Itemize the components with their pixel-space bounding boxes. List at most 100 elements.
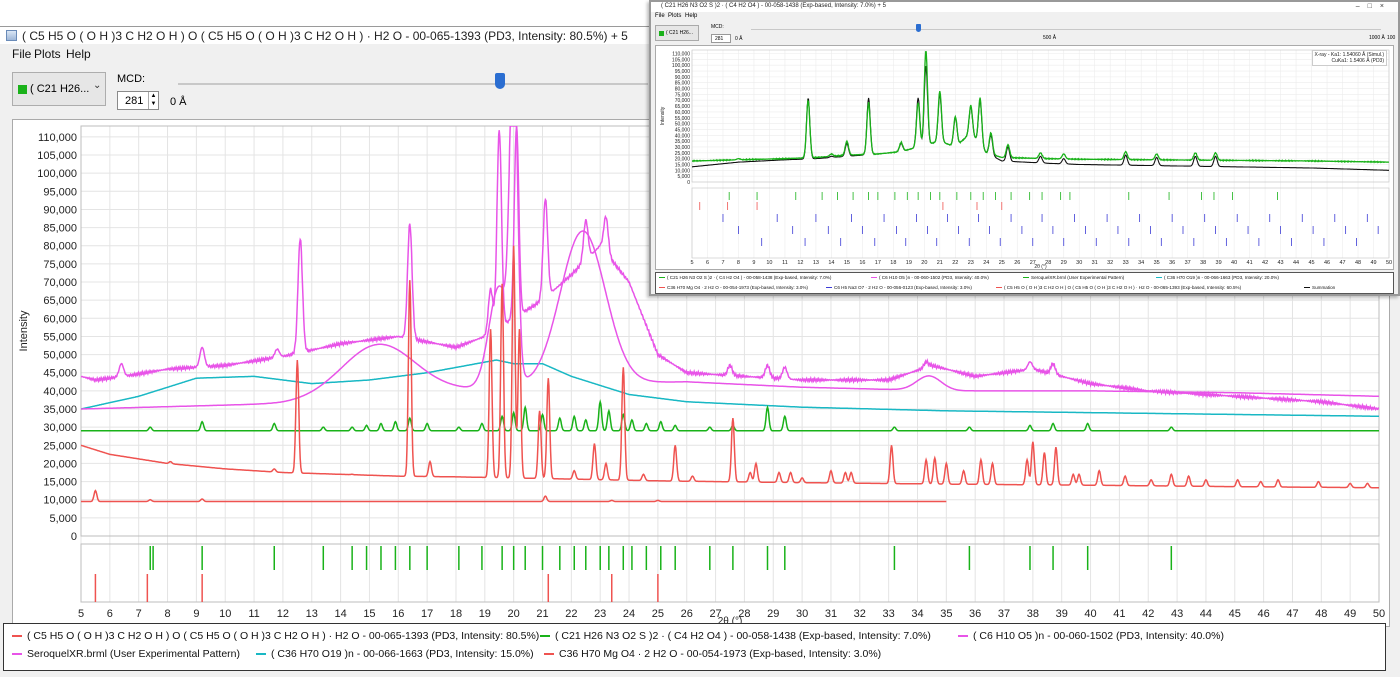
inset-mcd-stepper[interactable]: 281 xyxy=(711,34,731,43)
inset-legend-label-5: C6 H5 Na3 O7 · 2 H2 O - 00-056-0123 (Exp… xyxy=(834,285,972,290)
inset-y-tick-label: 65,000 xyxy=(675,104,691,110)
inset-legend-entry-2[interactable]: SeroquelXR.brml (User Experimental Patte… xyxy=(1023,275,1124,280)
y-tick-label: 15,000 xyxy=(43,477,77,489)
inset-phase-select[interactable]: ( C21 H26... xyxy=(655,25,699,41)
inset-legend-entry-7[interactable]: Summation xyxy=(1304,285,1335,290)
inset-x-tick-label: 17 xyxy=(875,260,881,266)
inset-x-tick-label: 29 xyxy=(1061,260,1067,266)
inset-x-tick-label: 39 xyxy=(1216,260,1222,266)
inset-menu-plots[interactable]: Plots xyxy=(668,13,681,19)
inset-wavelength-annotation: X-ray - Ka1: 1.54060 Å (Simul.) CuKa1: 1… xyxy=(1311,50,1387,66)
inset-slider-track[interactable] xyxy=(751,29,1381,30)
menu-file[interactable]: File xyxy=(12,47,31,61)
x-tick-label: 46 xyxy=(1257,608,1269,620)
y-axis-title: Intensity xyxy=(18,310,30,351)
mcd-slider-thumb[interactable] xyxy=(495,73,505,89)
inset-x-tick-label: 46 xyxy=(1324,260,1330,266)
spin-arrows-icon[interactable]: ▲ ▼ xyxy=(148,92,158,109)
inset-x-tick-label: 5 xyxy=(690,260,693,266)
inset-plot-frame xyxy=(691,49,1390,183)
x-tick-label: 39 xyxy=(1056,608,1068,620)
inset-slider-thumb[interactable] xyxy=(916,24,921,32)
series-line-4[interactable] xyxy=(81,359,1379,418)
inset-x-tick-label: 16 xyxy=(859,260,865,266)
inset-x-tick-label: 21 xyxy=(937,260,943,266)
inset-x-tick-label: 12 xyxy=(797,260,803,266)
inset-menu-file[interactable]: File xyxy=(655,13,665,19)
y-tick-label: 55,000 xyxy=(43,331,77,343)
legend-entry-0[interactable]: ( C5 H5 O ( O H )3 C H2 O H ) O ( C5 H5 … xyxy=(12,630,539,642)
menu-plots[interactable]: Plots xyxy=(34,47,61,61)
y-tick-label: 65,000 xyxy=(43,295,77,307)
inset-phase-select-value: ( C21 H26... xyxy=(666,30,693,36)
chevron-down-icon: ⌄ xyxy=(93,80,102,91)
legend-entry-1[interactable]: ( C21 H26 N3 O2 S )2 · ( C4 H2 O4 ) - 00… xyxy=(540,630,931,642)
legend-entry-4[interactable]: ( C36 H70 O19 )n - 00-066-1663 (PD3, Int… xyxy=(256,648,534,660)
inset-slider-mid-label: 500 Å xyxy=(1043,35,1057,41)
inset-annotation-line-1: CuKa1: 1.5406 Å (PD3) xyxy=(1331,58,1384,64)
inset-x-tick-label: 43 xyxy=(1278,260,1284,266)
inset-y-axis-title: Intensity xyxy=(660,106,666,125)
legend-entry-3[interactable]: SeroquelXR.brml (User Experimental Patte… xyxy=(12,648,240,660)
y-tick-label: 80,000 xyxy=(43,241,77,253)
x-tick-label: 14 xyxy=(334,608,346,620)
inset-x-tick-label: 11 xyxy=(782,260,788,266)
inset-y-tick-label: 75,000 xyxy=(675,92,691,98)
inset-x-tick-label: 31 xyxy=(1092,260,1098,266)
mcd-slider-track[interactable] xyxy=(178,83,648,85)
inset-y-tick-label: 0 xyxy=(687,180,690,186)
inset-legend-label-2: SeroquelXR.brml (User Experimental Patte… xyxy=(1031,275,1125,280)
inset-plot-panel[interactable]: 5 6 7 8 9 10 11 12 13 14 15 16 17 18 19 20 21 22 23 24 25 26 2… xyxy=(655,45,1394,270)
inset-series-line-1[interactable] xyxy=(692,51,1389,164)
legend-swatch-3 xyxy=(12,653,22,656)
y-tick-label: 40,000 xyxy=(43,386,77,398)
legend-label-4: ( C36 H70 O19 )n - 00-066-1663 (PD3, Int… xyxy=(271,648,534,660)
y-tick-label: 105,000 xyxy=(37,150,77,162)
y-tick-label: 30,000 xyxy=(43,422,77,434)
inset-y-tick-label: 110,000 xyxy=(672,52,690,58)
x-tick-label: 9 xyxy=(193,608,199,620)
inset-x-tick-label: 10 xyxy=(766,260,772,266)
legend-swatch-5 xyxy=(544,653,554,656)
inset-menu-help[interactable]: Help xyxy=(685,13,697,19)
x-tick-label: 44 xyxy=(1200,608,1212,620)
inset-legend-entry-3[interactable]: ( C36 H70 O19 )n - 00-066-1663 (PD3, Int… xyxy=(1156,275,1279,280)
inset-tick-panel xyxy=(691,187,1390,259)
inset-legend-label-1: ( C6 H10 O5 )n - 00-060-1502 (PD3, Inten… xyxy=(879,275,989,280)
inset-y-tick-label: 90,000 xyxy=(675,75,691,81)
x-tick-label: 7 xyxy=(136,608,142,620)
mcd-slider-min-label: 0 Å xyxy=(170,96,187,108)
inset-series-line-0[interactable] xyxy=(692,65,1389,171)
x-tick-label: 20 xyxy=(508,608,520,620)
phase-select[interactable]: ( C21 H26... ⌄ xyxy=(12,72,106,106)
inset-legend-swatch-7 xyxy=(1304,287,1310,289)
inset-x-tick-label: 18 xyxy=(890,260,896,266)
inset-legend-entry-5[interactable]: C6 H5 Na3 O7 · 2 H2 O - 00-056-0123 (Exp… xyxy=(826,285,972,290)
inset-x-tick-label: 14 xyxy=(828,260,834,266)
inset-y-tick-label: 60,000 xyxy=(675,110,691,116)
legend-entry-5[interactable]: C36 H70 Mg O4 · 2 H2 O - 00-054-1973 (Ex… xyxy=(544,648,881,660)
inset-legend-entry-1[interactable]: ( C6 H10 O5 )n - 00-060-1502 (PD3, Inten… xyxy=(871,275,989,280)
inset-y-tick-label: 85,000 xyxy=(675,81,691,87)
legend-entry-2[interactable]: ( C6 H10 O5 )n - 00-060-1502 (PD3, Inten… xyxy=(958,630,1224,642)
inset-chart[interactable]: 5 6 7 8 9 10 11 12 13 14 15 16 17 18 19 20 21 22 23 24 25 26 2… xyxy=(656,46,1393,270)
inset-window[interactable]: ( C21 H26 N3 O2 S )2 · ( C4 H2 O4 ) - 00… xyxy=(649,0,1400,296)
x-tick-label: 38 xyxy=(1027,608,1039,620)
inset-legend-entry-0[interactable]: ( C21 H26 N3 O2 S )2 · ( C4 H2 O4 ) - 00… xyxy=(659,275,831,280)
x-tick-label: 36 xyxy=(969,608,981,620)
x-tick-label: 45 xyxy=(1229,608,1241,620)
x-tick-label: 50 xyxy=(1373,608,1385,620)
series-line-1[interactable] xyxy=(81,398,1379,432)
mcd-label: MCD: xyxy=(117,73,146,85)
x-tick-label: 8 xyxy=(164,608,170,620)
inset-legend-entry-6[interactable]: ( C5 H5 O ( O H )3 C H2 O H ) O ( C5 H5 … xyxy=(996,285,1241,290)
mcd-stepper[interactable]: 281 ▲ ▼ xyxy=(117,91,159,110)
inset-x-tick-label: 26 xyxy=(1014,260,1020,266)
menu-help[interactable]: Help xyxy=(66,47,91,61)
y-tick-label: 85,000 xyxy=(43,223,77,235)
inset-legend-swatch-2 xyxy=(1023,277,1029,279)
window-controls[interactable]: –□× xyxy=(1356,3,1392,10)
inset-legend-entry-4[interactable]: C36 H70 Mg O4 · 2 H2 O - 00-054-1973 (Ex… xyxy=(659,285,808,290)
inset-x-tick-label: 37 xyxy=(1185,260,1191,266)
y-tick-label: 10,000 xyxy=(43,495,77,507)
